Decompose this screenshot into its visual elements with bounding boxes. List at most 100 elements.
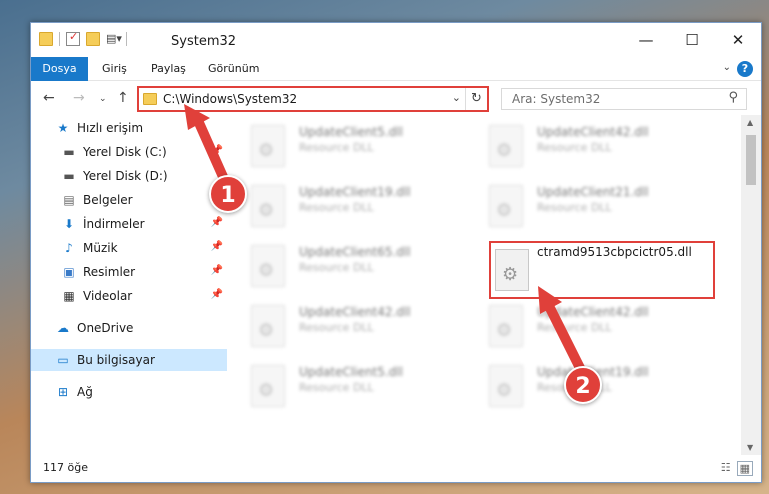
file-name: UpdateClient42.dll xyxy=(299,305,411,319)
sidebar-item-network[interactable]: ⊞ Ağ xyxy=(31,381,227,403)
view-switcher: ☷ ▦ xyxy=(721,461,753,476)
pin-icon[interactable]: 📌 xyxy=(211,145,223,156)
ribbon: Dosya Giriş Paylaş Görünüm ⌄ ? xyxy=(31,57,761,81)
sidebar-item-label: Videolar xyxy=(83,289,133,303)
dll-file-icon xyxy=(489,305,523,347)
large-icons-view-icon[interactable]: ▦ xyxy=(736,461,753,476)
dll-file-icon xyxy=(251,365,285,407)
quick-access-toolbar: ▤▾ xyxy=(39,30,127,46)
vertical-scrollbar[interactable]: ▲ ▼ xyxy=(741,115,761,455)
close-button[interactable]: ✕ xyxy=(715,23,761,57)
details-view-icon[interactable]: ☷ xyxy=(721,461,731,476)
help-button[interactable]: ? xyxy=(737,61,753,77)
pin-icon[interactable]: 📌 xyxy=(211,289,223,300)
scroll-down-icon[interactable]: ▼ xyxy=(747,443,753,452)
item-count: 117 öğe xyxy=(43,461,88,474)
sidebar-item-this-pc[interactable]: ▭ Bu bilgisayar xyxy=(31,349,227,371)
address-bar[interactable]: C:\Windows\System32 ⌄ ↻ xyxy=(137,86,489,112)
file-name: UpdateClient5.dll xyxy=(299,365,403,379)
chevron-down-icon[interactable]: ⌄ xyxy=(452,91,461,104)
sidebar-item-label: Yerel Disk (C:) xyxy=(83,145,167,159)
file-type: Resource DLL xyxy=(299,141,374,154)
tab-home[interactable]: Giriş xyxy=(102,57,127,81)
dll-file-icon xyxy=(251,125,285,167)
documents-icon: ▤ xyxy=(63,193,75,207)
customize-toolbar-icon[interactable]: ▤▾ xyxy=(106,32,122,46)
file-name: UpdateClient21.dll xyxy=(537,185,649,199)
minimize-button[interactable]: — xyxy=(623,23,669,57)
file-type: Resource DLL xyxy=(299,381,374,394)
sidebar-item-quick-access[interactable]: ★ Hızlı erişim xyxy=(31,117,227,139)
network-icon: ⊞ xyxy=(57,385,69,399)
recent-locations-icon[interactable]: ⌄ xyxy=(99,94,107,104)
up-arrow-icon[interactable]: ↑ xyxy=(117,90,129,106)
list-item[interactable]: UpdateClient42.dll Resource DLL xyxy=(465,301,685,351)
forward-arrow-icon[interactable]: → xyxy=(73,90,85,106)
navigation-bar: ← → ⌄ ↑ C:\Windows\System32 ⌄ ↻ Ara: Sys… xyxy=(31,83,761,115)
explorer-window: ▤▾ System32 — ☐ ✕ Dosya Giriş Paylaş Gör… xyxy=(30,22,762,483)
sidebar-item-downloads[interactable]: ⬇ İndirmeler 📌 xyxy=(31,213,227,235)
sidebar-item-music[interactable]: ♪ Müzik 📌 xyxy=(31,237,227,259)
dll-file-icon xyxy=(251,245,285,287)
dll-file-icon xyxy=(489,185,523,227)
sidebar-item-documents[interactable]: ▤ Belgeler 📌 xyxy=(31,189,227,211)
divider xyxy=(59,32,60,46)
music-icon: ♪ xyxy=(65,241,73,255)
pin-icon[interactable]: 📌 xyxy=(211,265,223,276)
sidebar-item-onedrive[interactable]: ☁ OneDrive xyxy=(31,317,227,339)
dll-file-icon xyxy=(489,125,523,167)
pictures-icon: ▣ xyxy=(63,265,75,279)
tab-view[interactable]: Görünüm xyxy=(208,57,259,81)
list-item[interactable]: UpdateClient21.dll Resource DLL xyxy=(465,181,685,231)
star-icon: ★ xyxy=(57,121,69,135)
list-item[interactable]: UpdateClient5.dll Resource DLL xyxy=(227,361,447,411)
sidebar-item-disk-d[interactable]: ▬ Yerel Disk (D:) xyxy=(31,165,227,187)
new-folder-icon[interactable] xyxy=(86,32,100,46)
highlighted-file[interactable]: ctramd9513cbpcictr05.dll xyxy=(489,241,715,299)
file-type: Resource DLL xyxy=(299,261,374,274)
address-path[interactable]: C:\Windows\System32 xyxy=(163,92,297,106)
dll-file-icon xyxy=(251,305,285,347)
pin-icon[interactable]: 📌 xyxy=(211,217,223,228)
file-type: Resource DLL xyxy=(537,141,612,154)
list-item[interactable]: UpdateClient19.dll Resource DLL xyxy=(227,181,447,231)
file-name: UpdateClient65.dll xyxy=(299,245,411,259)
chevron-down-icon[interactable]: ⌄ xyxy=(723,62,731,73)
dll-file-icon xyxy=(489,365,523,407)
scroll-up-icon[interactable]: ▲ xyxy=(747,118,753,127)
file-type: Resource DLL xyxy=(537,321,612,334)
sidebar-item-label: İndirmeler xyxy=(83,217,145,231)
folder-icon xyxy=(39,32,53,46)
window-controls: — ☐ ✕ xyxy=(623,23,761,57)
file-type: Resource DLL xyxy=(537,201,612,214)
search-icon[interactable]: ⚲ xyxy=(728,90,738,105)
sidebar-item-pictures[interactable]: ▣ Resimler 📌 xyxy=(31,261,227,283)
sidebar-item-label: Yerel Disk (D:) xyxy=(83,169,168,183)
file-name: UpdateClient42.dll xyxy=(537,125,649,139)
title-bar: ▤▾ System32 — ☐ ✕ xyxy=(31,23,761,57)
status-bar: 117 öğe ☷ ▦ xyxy=(31,454,761,482)
pin-icon[interactable]: 📌 xyxy=(211,241,223,252)
sidebar-item-label: Resimler xyxy=(83,265,136,279)
sidebar-item-label: OneDrive xyxy=(77,321,134,335)
properties-icon[interactable] xyxy=(66,30,80,46)
list-item[interactable]: UpdateClient42.dll Resource DLL xyxy=(227,301,447,351)
search-box[interactable]: Ara: System32 ⚲ xyxy=(501,88,747,110)
list-item[interactable]: UpdateClient65.dll Resource DLL xyxy=(227,241,447,291)
list-item[interactable]: UpdateClient5.dll Resource DLL xyxy=(227,121,447,171)
refresh-icon[interactable]: ↻ xyxy=(465,88,487,110)
computer-icon: ▭ xyxy=(57,353,69,367)
tab-share[interactable]: Paylaş xyxy=(151,57,186,81)
tab-file[interactable]: Dosya xyxy=(31,57,88,81)
search-placeholder[interactable]: Ara: System32 xyxy=(512,92,600,106)
list-item[interactable]: UpdateClient42.dll Resource DLL xyxy=(465,121,685,171)
maximize-button[interactable]: ☐ xyxy=(669,23,715,57)
divider xyxy=(126,32,127,46)
file-name: UpdateClient42.dll xyxy=(537,305,649,319)
scroll-thumb[interactable] xyxy=(746,135,756,185)
file-type: Resource DLL xyxy=(299,201,374,214)
back-arrow-icon[interactable]: ← xyxy=(43,90,55,106)
sidebar-item-disk-c[interactable]: ▬ Yerel Disk (C:) 📌 xyxy=(31,141,227,163)
file-name: UpdateClient5.dll xyxy=(299,125,403,139)
sidebar-item-videos[interactable]: ▦ Videolar 📌 xyxy=(31,285,227,307)
